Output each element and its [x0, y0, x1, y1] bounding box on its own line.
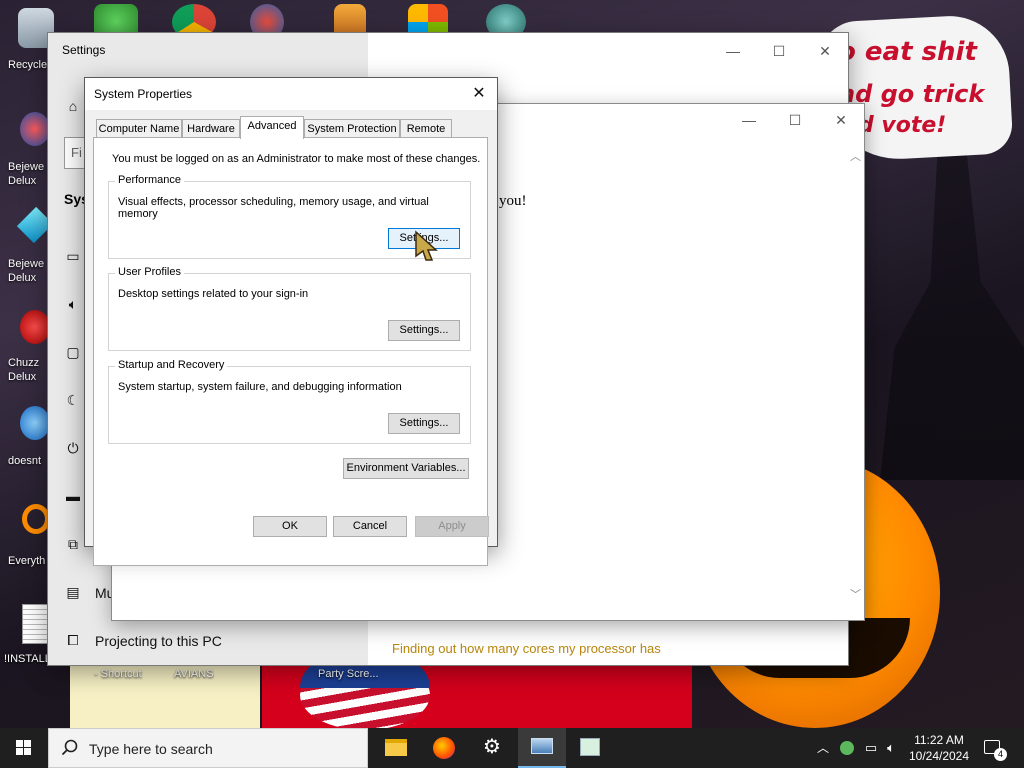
scroll-down-icon[interactable]: ﹀ [850, 586, 861, 602]
performance-group-label: Performance [115, 174, 184, 186]
user-profiles-settings-button[interactable]: Settings... [388, 320, 460, 341]
gear-icon: ⚙ [483, 736, 501, 758]
startup-recovery-group-label: Startup and Recovery [115, 359, 228, 371]
computer-icon [531, 738, 553, 754]
startup-recovery-group: Startup and Recovery System startup, sys… [108, 359, 471, 444]
tab-hardware[interactable]: Hardware [182, 119, 240, 138]
dialog-title: System Properties [94, 87, 193, 101]
desktop-icon-label-shortcut[interactable]: - Shortcut [94, 668, 142, 680]
home-icon[interactable]: ⌂ [64, 97, 82, 115]
thunderbird-icon[interactable] [20, 406, 50, 440]
network-icon[interactable]: ▭ [862, 728, 880, 768]
notepad-icon [580, 738, 600, 756]
settings-related-link[interactable]: Finding out how many cores my processor … [392, 641, 661, 656]
start-button[interactable] [0, 728, 48, 768]
text-window-maximize-button[interactable]: ☐ [772, 106, 818, 134]
tab-system-protection[interactable]: System Protection [304, 119, 400, 138]
system-properties-dialog: System Properties ✕ Computer Name Hardwa… [85, 78, 497, 566]
dialog-close-button[interactable]: ✕ [467, 82, 491, 106]
dialog-titlebar: System Properties ✕ [85, 78, 497, 110]
display-icon[interactable]: ▭ [64, 247, 82, 265]
settings-close-button[interactable]: ✕ [802, 37, 848, 65]
clock-date: 10/24/2024 [908, 749, 970, 763]
tray-overflow-chevron-icon[interactable]: ︿ [816, 728, 830, 768]
chuzzle-icon[interactable] [20, 310, 50, 344]
desktop-icon-label-avians[interactable]: AVIANS [174, 668, 214, 680]
user-profiles-group-label: User Profiles [115, 266, 184, 278]
folder-icon [385, 739, 407, 756]
install-file-icon[interactable] [22, 604, 48, 644]
text-window-minimize-button[interactable]: — [726, 106, 772, 134]
desktop-icon-label-bejeweled-2[interactable]: Bejewe Delux [8, 257, 48, 285]
projecting-icon[interactable]: ⧠ [64, 631, 82, 649]
desktop-icon-label-bejeweled-1[interactable]: Bejewe Delux [8, 160, 48, 188]
taskbar-search-placeholder: Type here to search [89, 741, 213, 757]
settings-taskbar-button[interactable]: ⚙ [468, 728, 516, 768]
firefox-icon [433, 737, 455, 759]
tab-computer-name[interactable]: Computer Name [96, 119, 182, 138]
apply-button[interactable]: Apply [415, 516, 489, 537]
storage-icon[interactable]: ▬ [64, 487, 82, 505]
notification-count-badge: 4 [994, 748, 1007, 761]
settings-title: Settings [62, 43, 106, 57]
sound-icon[interactable]: 🔈︎ [64, 295, 82, 313]
admin-notice: You must be logged on as an Administrato… [112, 153, 481, 165]
wallpaper-text-line-1: o eat shit [838, 37, 977, 67]
settings-minimize-button[interactable]: — [710, 37, 756, 65]
text-window-content: you! [499, 193, 527, 209]
user-profiles-description: Desktop settings related to your sign-in [118, 288, 309, 300]
settings-maximize-button[interactable]: ☐ [756, 37, 802, 65]
notepad-taskbar-button[interactable] [566, 728, 614, 768]
focus-assist-icon[interactable]: ☾ [64, 391, 82, 409]
search-icon [61, 739, 78, 756]
environment-variables-button[interactable]: Environment Variables... [343, 458, 469, 479]
clock-time: 11:22 AM [914, 733, 964, 747]
multitasking-icon[interactable]: ▤ [64, 583, 82, 601]
tablet-icon[interactable]: ⧉ [64, 535, 82, 553]
mouse-cursor-icon [415, 230, 438, 261]
desktop-icon-label-chuzzle[interactable]: Chuzz Delux [8, 356, 48, 384]
taskbar-clock[interactable]: 11:22 AM 10/24/2024 [906, 732, 972, 764]
action-center-button[interactable]: 4 [980, 728, 1008, 768]
advanced-tab-panel: You must be logged on as an Administrato… [93, 137, 488, 566]
system-properties-taskbar-button[interactable] [518, 728, 566, 768]
wallpaper-text-line-3: d vote! [858, 113, 947, 138]
tray-people-icon[interactable] [838, 728, 856, 768]
notifications-icon[interactable]: ▢ [64, 343, 82, 361]
startup-recovery-description: System startup, system failure, and debu… [118, 381, 402, 393]
taskbar-search-box[interactable]: Type here to search [48, 728, 368, 768]
wallpaper-tree [880, 150, 1024, 480]
scroll-up-icon[interactable]: ︿ [850, 148, 861, 164]
cancel-button[interactable]: Cancel [333, 516, 407, 537]
desktop-icon-label-install[interactable]: !INSTALL [4, 653, 51, 665]
desktop-icon-label-recycle[interactable]: Recycle [8, 59, 47, 71]
text-window-scrollbar[interactable]: ︿ ﹀ [847, 142, 864, 602]
tab-remote[interactable]: Remote [400, 119, 452, 138]
user-profiles-group: User Profiles Desktop settings related t… [108, 266, 471, 351]
desktop-icon-label-party-screen[interactable]: Party Scre... [318, 668, 379, 680]
everything-search-icon[interactable] [22, 504, 50, 534]
file-explorer-taskbar-button[interactable] [372, 728, 420, 768]
startup-recovery-settings-button[interactable]: Settings... [388, 413, 460, 434]
desktop-icon-label-everything[interactable]: Everyth [8, 555, 45, 567]
bejeweled-icon[interactable] [20, 112, 50, 146]
ok-button[interactable]: OK [253, 516, 327, 537]
tab-advanced[interactable]: Advanced [240, 116, 304, 139]
power-icon[interactable]: ⏻ [64, 439, 82, 457]
nav-item-projecting[interactable]: Projecting to this PC [95, 633, 222, 649]
taskbar: Type here to search ⚙ ︿ ▭ 🔈︎ 11:22 AM 10… [0, 728, 1024, 768]
windows-logo-icon [16, 740, 31, 755]
firefox-taskbar-button[interactable] [420, 728, 468, 768]
text-window-close-button[interactable]: ✕ [818, 106, 864, 134]
volume-icon[interactable]: 🔈︎ [882, 728, 900, 768]
performance-description: Visual effects, processor scheduling, me… [118, 196, 429, 220]
desktop-icon-label-doesnt[interactable]: doesnt [8, 455, 41, 467]
